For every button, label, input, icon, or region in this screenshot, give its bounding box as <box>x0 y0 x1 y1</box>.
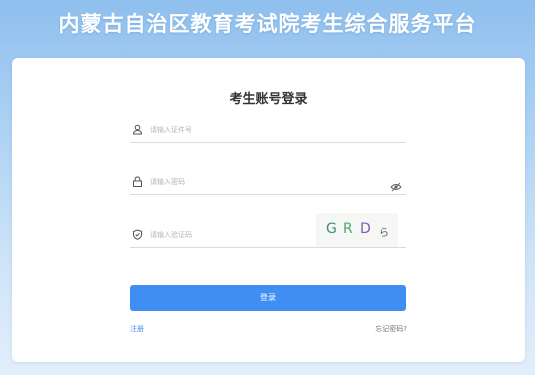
captcha-field[interactable]: 请输入验证码 <box>130 225 316 248</box>
login-title: 考生账号登录 <box>229 92 308 107</box>
site-title: 内蒙古自治区教育考试院考生综合服务平台 <box>58 12 477 36</box>
captcha-image[interactable]: G R D ら <box>316 213 398 247</box>
captcha-char-2: R <box>343 221 353 237</box>
captcha-char-1: G <box>326 221 337 237</box>
shield-icon <box>132 229 144 241</box>
captcha-char-3: D <box>360 221 371 237</box>
password-placeholder: 请输入密码 <box>150 178 185 186</box>
id-number-field[interactable]: 请输入证件号 <box>130 120 406 143</box>
password-field[interactable]: 请输入密码 <box>130 172 406 195</box>
eye-icon[interactable] <box>390 177 402 192</box>
login-card: 考生账号登录 请输入证件号 请输入密码 请输入验证码 G R D ら 登录 注册… <box>12 58 525 362</box>
captcha-underline <box>316 247 406 248</box>
user-icon <box>132 124 144 136</box>
id-number-placeholder: 请输入证件号 <box>150 126 192 134</box>
lock-icon <box>132 176 144 188</box>
captcha-placeholder: 请输入验证码 <box>150 231 192 239</box>
captcha-char-4: ら <box>379 228 389 239</box>
register-link[interactable]: 注册 <box>130 324 144 334</box>
forgot-password-link[interactable]: 忘记密码? <box>375 324 407 334</box>
login-button[interactable]: 登录 <box>130 285 406 311</box>
